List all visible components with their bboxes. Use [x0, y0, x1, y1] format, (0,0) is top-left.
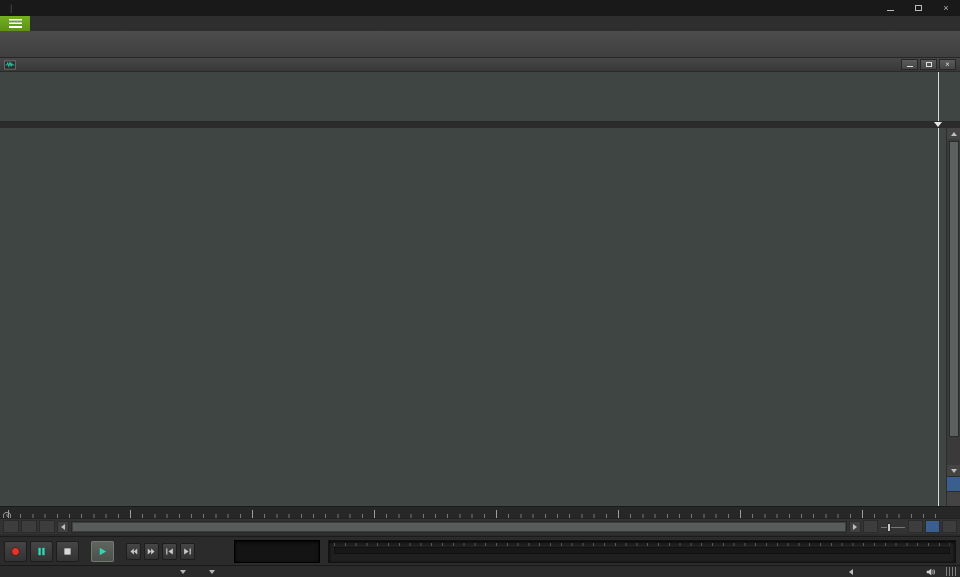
scroll-up-button[interactable]	[947, 128, 960, 139]
resize-grip[interactable]	[946, 567, 956, 576]
arrow-right-icon	[853, 524, 857, 530]
sample-rate-selector[interactable]	[180, 570, 189, 574]
document-window-controls: ×	[901, 59, 956, 70]
waveform-doc-icon	[4, 60, 16, 70]
wavepad-window: | × ×	[0, 0, 960, 577]
close-icon: ×	[943, 4, 948, 13]
window-controls: ×	[876, 0, 960, 16]
maximize-button[interactable]	[904, 0, 932, 16]
transport-bar	[0, 536, 960, 565]
collapse-left-icon[interactable]	[849, 569, 853, 575]
close-icon: ×	[945, 61, 950, 69]
position-display	[234, 540, 320, 563]
menu-bar	[0, 16, 960, 31]
hscroll-thumb[interactable]	[73, 523, 845, 531]
zoom-to-selection-button[interactable]	[925, 520, 940, 533]
pause-button[interactable]	[30, 541, 53, 562]
hamburger-icon	[9, 19, 22, 28]
time-info	[205, 551, 226, 552]
stop-button[interactable]	[56, 541, 79, 562]
meter-tickmarks	[334, 543, 950, 546]
arrow-left-icon	[61, 524, 65, 530]
vertical-zoom-in-button[interactable]	[947, 476, 960, 491]
close-button[interactable]: ×	[932, 0, 960, 16]
dropdown-caret-icon	[180, 570, 186, 574]
arrow-up-icon	[951, 132, 957, 136]
level-meter	[328, 540, 956, 563]
time-ruler[interactable]	[0, 506, 960, 518]
status-bar	[0, 565, 960, 577]
fast-forward-button[interactable]	[144, 543, 159, 560]
scroll-left-button[interactable]	[57, 521, 69, 533]
main-waveform[interactable]	[0, 128, 946, 506]
zoom-slider[interactable]	[880, 521, 906, 533]
playhead-cursor[interactable]	[938, 128, 939, 506]
minimize-button[interactable]	[876, 0, 904, 16]
play-button[interactable]	[91, 541, 114, 562]
bookmark-list-button[interactable]	[21, 520, 37, 533]
vertical-zoom-out-button[interactable]	[947, 491, 960, 506]
go-to-start-button[interactable]	[162, 543, 177, 560]
main-menu-button[interactable]	[0, 16, 30, 31]
menu-right-icons	[955, 16, 960, 31]
slider-track	[881, 527, 905, 528]
restore-icon	[926, 62, 932, 67]
document-title-bar: ×	[0, 58, 960, 72]
speaker-icon[interactable]	[925, 567, 936, 577]
zoom-in-button[interactable]	[908, 520, 923, 533]
waveform-canvas[interactable]	[0, 128, 946, 506]
overview-cursor[interactable]	[938, 72, 939, 121]
minimize-icon	[907, 66, 913, 67]
overview-waveform[interactable]	[0, 72, 960, 122]
main-toolbar	[0, 31, 960, 58]
minimize-icon	[887, 10, 894, 11]
record-icon	[12, 547, 20, 555]
title-bar: | ×	[0, 0, 960, 16]
arrow-down-icon	[951, 469, 957, 473]
scroll-down-button[interactable]	[947, 465, 960, 476]
scroll-right-button[interactable]	[849, 521, 861, 533]
vscroll-thumb[interactable]	[949, 141, 959, 437]
dropdown-caret-icon	[209, 570, 215, 574]
zoom-full-button[interactable]	[942, 520, 957, 533]
go-to-end-button[interactable]	[180, 543, 195, 560]
rewind-button[interactable]	[126, 543, 141, 560]
zoom-out-button[interactable]	[863, 520, 878, 533]
vscroll-track[interactable]	[947, 139, 960, 465]
maximize-icon	[915, 5, 922, 11]
meter-body	[334, 547, 950, 554]
hscroll-track[interactable]	[71, 521, 847, 533]
ruler-major-ticks	[8, 510, 946, 518]
separator: |	[10, 3, 12, 13]
overview-canvas[interactable]	[0, 72, 946, 122]
record-button[interactable]	[4, 541, 27, 562]
doc-close-button[interactable]: ×	[939, 59, 956, 70]
region-list-button[interactable]	[39, 520, 55, 533]
doc-minimize-button[interactable]	[901, 59, 918, 70]
vertical-scrollbar[interactable]	[946, 128, 960, 506]
slider-thumb[interactable]	[887, 523, 891, 532]
channels-selector[interactable]	[209, 570, 218, 574]
doc-maximize-button[interactable]	[920, 59, 937, 70]
quick-access-toolbar	[0, 0, 8, 16]
add-bookmark-button[interactable]	[3, 520, 19, 533]
playhead-marker-icon[interactable]	[934, 122, 942, 127]
horizontal-scroll-zoom-bar	[0, 518, 960, 534]
